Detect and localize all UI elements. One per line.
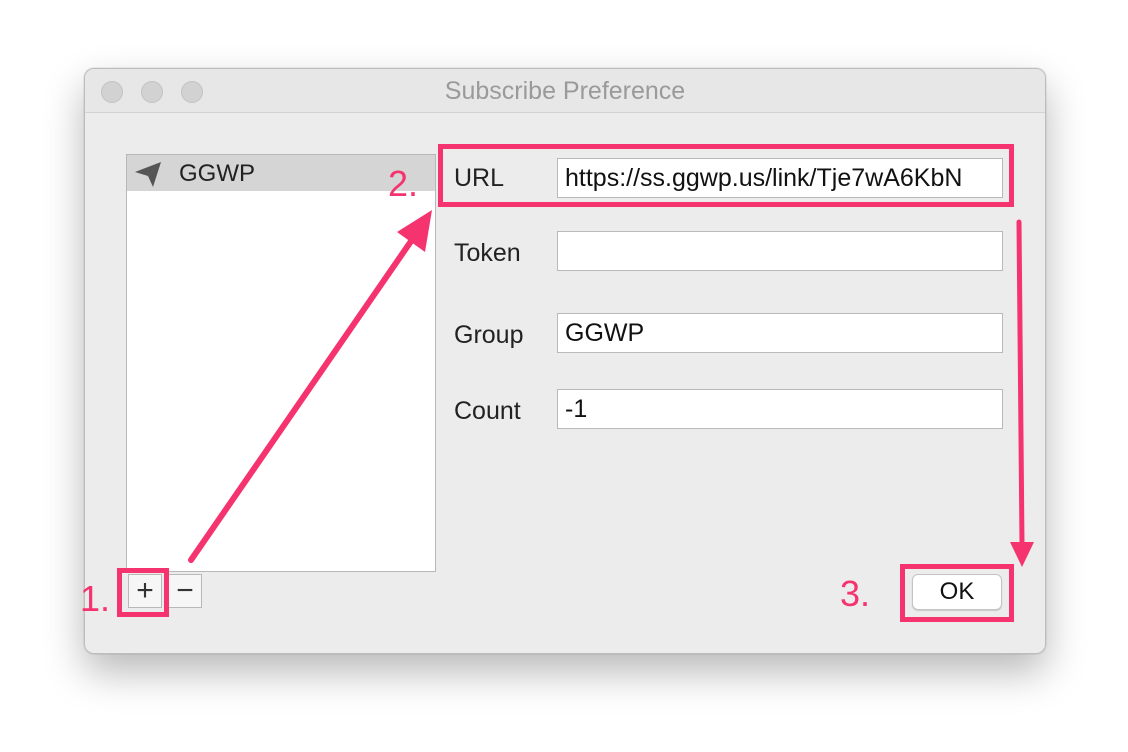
annotation-arrows [188,210,1034,567]
arrow-add-to-url [188,210,432,563]
arrow-url-to-ok [1010,219,1034,567]
